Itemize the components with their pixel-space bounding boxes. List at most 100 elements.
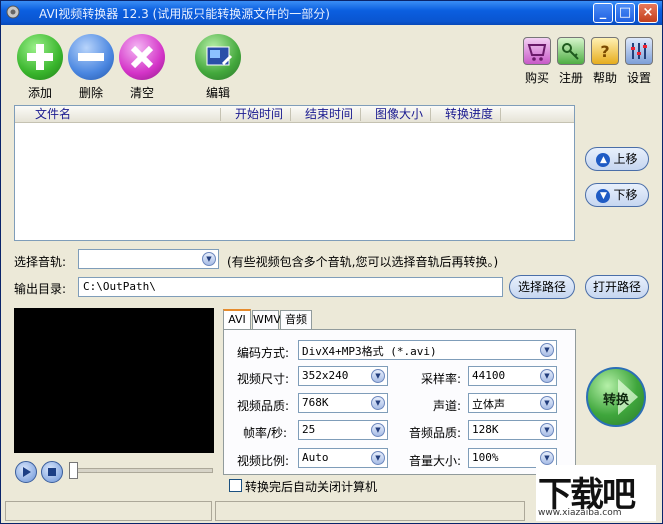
minus-icon [68,34,114,80]
help-label: 帮助 [592,71,617,85]
app-gear-icon [6,5,20,19]
play-icon [23,467,31,477]
buy-label: 购买 [524,71,549,85]
video-size-select[interactable]: 352x240 ▼ [298,366,388,386]
move-up-button[interactable]: ▲ 上移 [585,147,649,171]
clear-button[interactable]: 清空 [116,34,168,101]
file-list-header: 文件名 开始时间 结束时间 图像大小 转换进度 [15,106,574,123]
channel-label: 声道: [433,399,462,413]
volume-value: 100% [472,451,499,464]
audio-quality-label: 音频品质: [409,426,462,440]
aspect-ratio-select[interactable]: Auto ▼ [298,448,388,468]
col-start-time[interactable]: 开始时间 [235,107,283,123]
buy-button[interactable]: 购买 [520,37,554,86]
chevron-down-icon: ▼ [371,451,385,465]
chevron-down-icon: ▼ [596,188,611,203]
minimize-button[interactable]: _ [593,3,613,23]
col-divider [430,108,431,121]
chevron-down-icon: ▼ [540,396,554,410]
channel-value: 立体声 [472,398,505,411]
stop-button[interactable] [41,461,63,483]
open-path-button[interactable]: 打开路径 [585,275,649,299]
col-image-size[interactable]: 图像大小 [375,107,423,123]
video-quality-label: 视频品质: [237,399,290,413]
tools-icon [625,37,653,65]
select-path-button[interactable]: 选择路径 [509,275,575,299]
seek-slider[interactable] [71,468,213,473]
codec-value: DivX4+MP3格式 (*.avi) [302,345,437,358]
video-quality-select[interactable]: 768K ▼ [298,393,388,413]
output-dir-label: 输出目录: [14,282,67,296]
question-icon: ? [591,37,619,65]
tab-avi[interactable]: AVI [223,309,251,330]
seek-slider-thumb[interactable] [69,462,78,479]
chevron-up-icon: ▲ [596,152,611,167]
edit-label: 编辑 [205,86,230,100]
maximize-button[interactable]: □ [615,3,635,23]
fps-label: 帧率/秒: [243,426,288,440]
tab-audio[interactable]: 音频 [280,310,312,330]
register-button[interactable]: 注册 [554,37,588,86]
fps-select[interactable]: 25 ▼ [298,420,388,440]
chevron-down-icon: ▼ [540,423,554,437]
chevron-down-icon: ▼ [540,369,554,383]
x-icon [119,34,165,80]
edit-button[interactable]: 编辑 [192,34,244,101]
aspect-ratio-value: Auto [302,451,329,464]
status-bar-left [5,501,212,521]
video-preview [14,308,214,453]
col-filename[interactable]: 文件名 [35,107,71,123]
edit-video-icon [195,34,241,80]
title-bar[interactable]: AVI视频转换器 12.3 (试用版只能转换源文件的一部分) _ □ × [1,1,662,25]
audio-track-label: 选择音轨: [14,255,67,269]
file-list[interactable]: 文件名 开始时间 结束时间 图像大小 转换进度 [14,105,575,241]
plus-icon [17,34,63,80]
help-button[interactable]: ? 帮助 [588,37,622,86]
status-bar-right [215,501,525,521]
register-label: 注册 [558,71,583,85]
output-dir-value: C:\OutPath\ [83,280,156,293]
watermark-logo: 下载吧 www.xiazaiba.com [536,465,656,521]
video-quality-value: 768K [302,396,329,409]
close-button[interactable]: × [638,3,658,23]
convert-label: 转换 [602,393,629,408]
samplerate-select[interactable]: 44100 ▼ [468,366,557,386]
chevron-down-icon: ▼ [540,343,554,357]
shutdown-label: 转换完后自动关闭计算机 [245,480,378,494]
svg-text:?: ? [600,42,609,61]
chevron-down-icon: ▼ [371,423,385,437]
codec-label: 编码方式: [237,346,290,360]
app-window: AVI视频转换器 12.3 (试用版只能转换源文件的一部分) _ □ × 添加 … [0,0,663,524]
audio-track-select[interactable]: ▼ [78,249,219,269]
convert-button[interactable]: 转换 [586,367,646,427]
move-up-label: 上移 [613,152,638,166]
aspect-ratio-label: 视频比例: [237,454,290,468]
settings-button[interactable]: 设置 [622,37,656,86]
add-button[interactable]: 添加 [14,34,66,101]
col-divider [220,108,221,121]
watermark-url: www.xiazaiba.com [538,508,622,518]
col-end-time[interactable]: 结束时间 [305,107,353,123]
channel-select[interactable]: 立体声 ▼ [468,393,557,413]
play-button[interactable] [15,461,37,483]
clear-label: 清空 [129,86,154,100]
samplerate-value: 44100 [472,369,506,382]
volume-label: 音量大小: [409,454,462,468]
col-progress[interactable]: 转换进度 [445,107,493,123]
delete-label: 删除 [78,86,103,100]
key-icon [557,37,585,65]
cart-icon [523,37,551,65]
shutdown-checkbox[interactable] [229,479,242,492]
samplerate-label: 采样率: [421,372,462,386]
output-dir-field[interactable]: C:\OutPath\ [78,277,503,297]
codec-select[interactable]: DivX4+MP3格式 (*.avi) ▼ [298,340,557,360]
add-label: 添加 [27,86,52,100]
col-divider [500,108,501,121]
delete-button[interactable]: 删除 [65,34,117,101]
audio-quality-select[interactable]: 128K ▼ [468,420,557,440]
chevron-down-icon: ▼ [371,396,385,410]
move-down-button[interactable]: ▼ 下移 [585,183,649,207]
chevron-down-icon: ▼ [540,451,554,465]
tab-wmv[interactable]: WMV [252,310,281,330]
chevron-down-icon: ▼ [371,369,385,383]
